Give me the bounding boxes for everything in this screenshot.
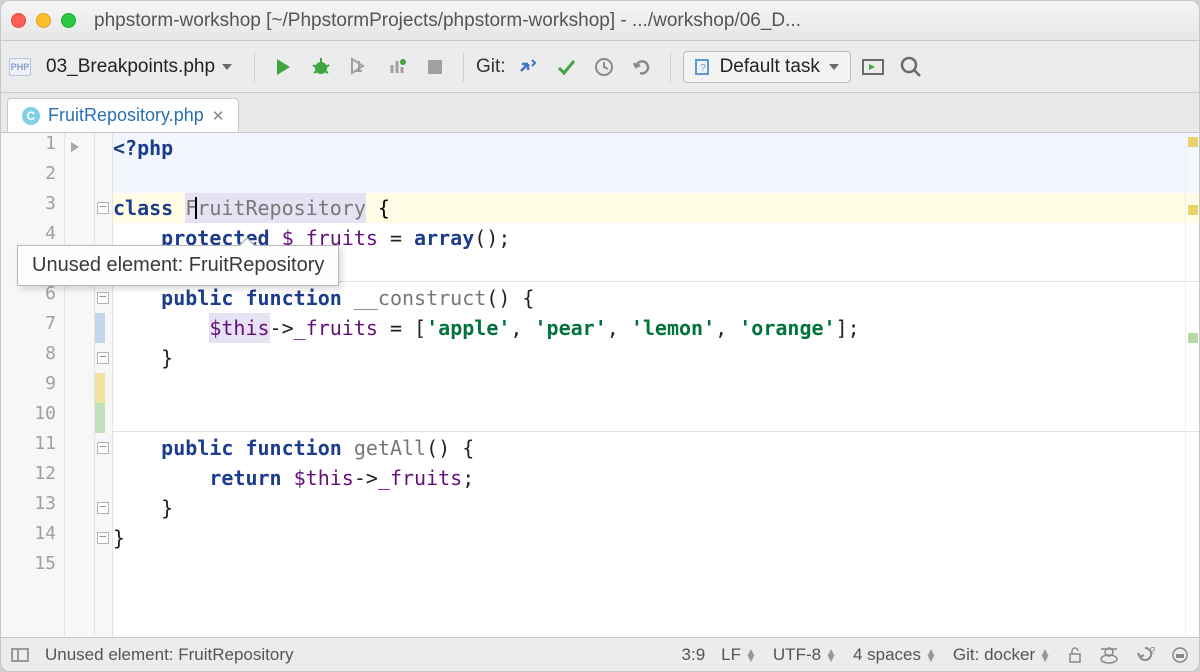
task-icon: ? bbox=[694, 58, 712, 76]
code-line: $this->_fruits = ['apple', 'pear', 'lemo… bbox=[113, 313, 1199, 343]
task-dropdown[interactable]: ? Default task bbox=[683, 51, 851, 83]
file-selector-combo[interactable]: 03_Breakpoints.php bbox=[37, 51, 242, 83]
code-line: <?php bbox=[113, 133, 1199, 163]
warning-marker[interactable] bbox=[1188, 205, 1198, 215]
code-area[interactable]: <?php class FruitRepository { protected … bbox=[113, 133, 1199, 637]
git-commit-button[interactable] bbox=[550, 51, 582, 83]
line-number: 3 bbox=[1, 193, 56, 223]
change-marker[interactable] bbox=[95, 313, 105, 343]
git-label: Git: bbox=[476, 56, 506, 78]
toolwindow-toggle[interactable] bbox=[11, 648, 29, 662]
chevron-down-icon bbox=[221, 61, 233, 73]
git-branch-selector[interactable]: Git: docker▲▼ bbox=[953, 645, 1051, 665]
method-separator bbox=[113, 431, 1199, 432]
code-line: class FruitRepository { bbox=[113, 193, 1199, 223]
memory-indicator-icon[interactable] bbox=[1171, 646, 1189, 664]
close-tab-icon[interactable]: ✕ bbox=[212, 107, 225, 125]
line-number: 13 bbox=[1, 493, 56, 523]
error-stripe[interactable] bbox=[1185, 133, 1199, 637]
background-tasks-icon[interactable]: ? bbox=[1135, 646, 1155, 664]
line-number: 9 bbox=[1, 373, 56, 403]
stop-button[interactable] bbox=[419, 51, 451, 83]
fold-toggle-icon[interactable] bbox=[97, 202, 109, 214]
svg-text:?: ? bbox=[1150, 646, 1155, 657]
line-number: 10 bbox=[1, 403, 56, 433]
tooltip-text: Unused element: FruitRepository bbox=[32, 254, 324, 276]
tab-fruitrepository[interactable]: C FruitRepository.php ✕ bbox=[7, 98, 239, 132]
git-history-button[interactable] bbox=[588, 51, 620, 83]
code-line: } bbox=[113, 523, 1199, 553]
code-line: public function __construct() { bbox=[113, 283, 1199, 313]
code-line bbox=[113, 373, 1199, 403]
code-line: return $this->_fruits; bbox=[113, 463, 1199, 493]
git-update-button[interactable] bbox=[512, 51, 544, 83]
line-number: 8 bbox=[1, 343, 56, 373]
line-number: 2 bbox=[1, 163, 56, 193]
inspection-profile-icon[interactable] bbox=[1099, 646, 1119, 664]
close-window-button[interactable] bbox=[11, 13, 26, 28]
breakpoint-gutter[interactable] bbox=[65, 133, 95, 637]
fold-toggle-icon[interactable] bbox=[97, 502, 109, 514]
code-line: } bbox=[113, 343, 1199, 373]
line-number: 14 bbox=[1, 523, 56, 553]
php-file-icon: PHP bbox=[9, 58, 31, 76]
caret-position[interactable]: 3:9 bbox=[682, 645, 706, 665]
line-number: 1 bbox=[1, 133, 56, 163]
separator bbox=[463, 52, 464, 82]
change-marker[interactable] bbox=[95, 373, 105, 403]
readonly-toggle[interactable] bbox=[1067, 647, 1083, 663]
code-line bbox=[113, 163, 1199, 193]
inspection-tooltip: Unused element: FruitRepository bbox=[17, 245, 339, 286]
fold-toggle-icon[interactable] bbox=[97, 442, 109, 454]
code-line: public function getAll() { bbox=[113, 433, 1199, 463]
fold-toggle-icon[interactable] bbox=[97, 532, 109, 544]
separator bbox=[254, 52, 255, 82]
tab-label: FruitRepository.php bbox=[48, 105, 204, 126]
task-label: Default task bbox=[720, 56, 820, 78]
code-line bbox=[113, 403, 1199, 433]
run-gutter-icon[interactable] bbox=[71, 142, 79, 152]
editor: 1 2 3 4 5 6 7 8 9 10 11 12 13 14 15 bbox=[1, 133, 1199, 637]
git-rollback-button[interactable] bbox=[626, 51, 658, 83]
search-button[interactable] bbox=[895, 51, 927, 83]
file-selector-label: 03_Breakpoints.php bbox=[46, 56, 215, 78]
svg-text:?: ? bbox=[700, 63, 706, 74]
warning-marker[interactable] bbox=[1188, 137, 1198, 147]
minimize-window-button[interactable] bbox=[36, 13, 51, 28]
separator bbox=[670, 52, 671, 82]
chevron-down-icon bbox=[828, 61, 840, 73]
window-controls bbox=[11, 13, 76, 28]
profile-button[interactable] bbox=[381, 51, 413, 83]
info-marker[interactable] bbox=[1188, 333, 1198, 343]
line-number: 15 bbox=[1, 553, 56, 583]
maximize-window-button[interactable] bbox=[61, 13, 76, 28]
debug-button[interactable] bbox=[305, 51, 337, 83]
class-icon: C bbox=[22, 107, 40, 125]
line-number: 12 bbox=[1, 463, 56, 493]
indent-selector[interactable]: 4 spaces▲▼ bbox=[853, 645, 937, 665]
encoding-selector[interactable]: UTF-8▲▼ bbox=[773, 645, 837, 665]
fold-toggle-icon[interactable] bbox=[97, 352, 109, 364]
main-toolbar: PHP 03_Breakpoints.php Git: bbox=[1, 41, 1199, 93]
line-number-gutter[interactable]: 1 2 3 4 5 6 7 8 9 10 11 12 13 14 15 bbox=[1, 133, 65, 637]
line-number: 7 bbox=[1, 313, 56, 343]
ide-window: phpstorm-workshop [~/PhpstormProjects/ph… bbox=[0, 0, 1200, 672]
editor-tabs: C FruitRepository.php ✕ bbox=[1, 93, 1199, 133]
line-number: 6 bbox=[1, 283, 56, 313]
code-line bbox=[113, 553, 1199, 583]
run-button[interactable] bbox=[267, 51, 299, 83]
fold-toggle-icon[interactable] bbox=[97, 292, 109, 304]
coverage-button[interactable] bbox=[343, 51, 375, 83]
code-line: } bbox=[113, 493, 1199, 523]
window-title: phpstorm-workshop [~/PhpstormProjects/ph… bbox=[94, 10, 1189, 32]
line-number: 11 bbox=[1, 433, 56, 463]
change-marker[interactable] bbox=[95, 403, 105, 433]
status-bar: Unused element: FruitRepository 3:9 LF▲▼… bbox=[1, 637, 1199, 671]
run-anything-button[interactable] bbox=[857, 51, 889, 83]
status-message: Unused element: FruitRepository bbox=[45, 645, 666, 665]
line-separator-selector[interactable]: LF▲▼ bbox=[721, 645, 757, 665]
title-bar: phpstorm-workshop [~/PhpstormProjects/ph… bbox=[1, 1, 1199, 41]
